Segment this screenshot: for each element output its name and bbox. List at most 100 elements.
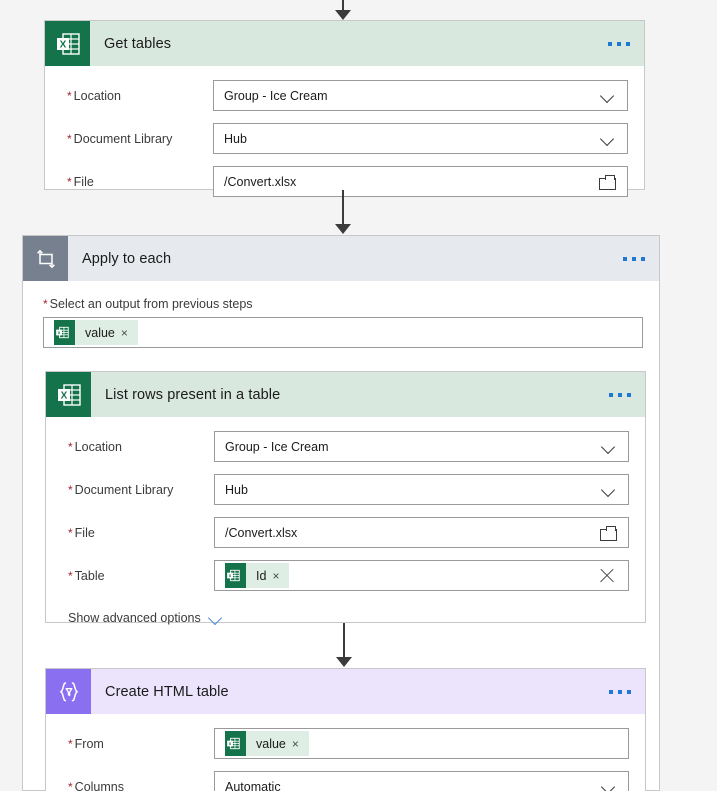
excel-icon: x: [225, 563, 246, 588]
field-label-file: * File: [68, 525, 95, 540]
scope-body-apply-to-each: * Select an output from previous steps x…: [23, 281, 659, 348]
required-marker: *: [68, 439, 73, 454]
action-card-create-html-table[interactable]: Create HTML table * From x value × * Col…: [45, 668, 646, 791]
action-card-list-rows-present-in-a-table[interactable]: X List rows present in a table * Location…: [45, 371, 646, 625]
field-label-file: * File: [67, 174, 94, 189]
more-options-icon[interactable]: [609, 689, 631, 694]
show-advanced-options-label: Show advanced options: [68, 611, 201, 625]
folder-icon[interactable]: [600, 525, 617, 541]
dropdown-value: Hub: [225, 482, 248, 497]
field-label-from: * From: [68, 736, 104, 751]
token-chip-value[interactable]: x value ×: [225, 731, 309, 756]
token-chip-label: Id: [256, 568, 267, 583]
scope-card-apply-to-each[interactable]: Apply to each * Select an output from pre…: [22, 235, 660, 791]
field-row-file: * File /Convert.xlsx: [68, 517, 629, 548]
data-operation-icon: [46, 669, 91, 714]
excel-icon: X: [45, 21, 90, 66]
field-label-table: * Table: [68, 568, 105, 583]
required-marker: *: [68, 779, 73, 791]
dropdown-location[interactable]: Group - Ice Cream: [214, 431, 629, 462]
card-title: Create HTML table: [105, 683, 229, 700]
more-options-icon[interactable]: [623, 256, 645, 261]
svg-text:X: X: [59, 39, 66, 50]
remove-token-icon[interactable]: ×: [292, 738, 309, 750]
chevron-down-icon: [601, 89, 615, 103]
loop-icon: [23, 236, 68, 281]
excel-icon: X: [46, 372, 91, 417]
more-options-icon[interactable]: [609, 392, 631, 397]
clear-field-icon[interactable]: [598, 567, 616, 585]
dropdown-value: Group - Ice Cream: [224, 88, 328, 103]
field-row-location: * Location Group - Ice Cream: [67, 80, 628, 111]
svg-text:x: x: [229, 741, 232, 746]
svg-text:X: X: [60, 390, 67, 401]
required-marker: *: [43, 297, 48, 311]
field-label-columns: * Columns: [68, 780, 214, 791]
token-chip-label: value: [85, 325, 115, 340]
token-chip-label: value: [256, 736, 286, 751]
dropdown-document-library[interactable]: Hub: [214, 474, 629, 505]
chevron-down-icon: [602, 483, 616, 497]
required-marker: *: [67, 131, 72, 146]
field-row-columns: * Columns Automatic: [68, 771, 629, 791]
remove-token-icon[interactable]: ×: [272, 570, 289, 582]
folder-icon[interactable]: [599, 174, 616, 190]
more-options-icon[interactable]: [608, 41, 630, 46]
excel-icon: x: [225, 731, 246, 756]
required-marker: *: [68, 525, 73, 540]
chevron-down-icon: [602, 440, 616, 454]
dropdown-value: Hub: [224, 131, 247, 146]
flow-canvas: X Get tables * Location Group - Ice Cream…: [0, 0, 717, 791]
card-header-apply-to-each: Apply to each: [23, 236, 659, 281]
field-label-location: * Location: [67, 88, 121, 103]
token-input-select-output[interactable]: x value ×: [43, 317, 643, 348]
field-label-document-library: * Document Library: [67, 131, 173, 146]
card-title: Apply to each: [82, 250, 172, 267]
card-body-create-html-table: * From x value × * Columns Automatic: [46, 714, 645, 791]
card-title: List rows present in a table: [105, 386, 281, 403]
file-picker-file[interactable]: /Convert.xlsx: [213, 166, 628, 197]
token-input-from[interactable]: x value ×: [214, 728, 629, 759]
card-header-list-rows: X List rows present in a table: [46, 372, 645, 417]
field-row-document-library: * Document Library Hub: [68, 474, 629, 505]
excel-icon: x: [54, 320, 75, 345]
file-path-value: /Convert.xlsx: [225, 525, 298, 540]
card-header-create-html-table: Create HTML table: [46, 669, 645, 714]
action-card-get-tables[interactable]: X Get tables * Location Group - Ice Cream…: [44, 20, 645, 197]
required-marker: *: [68, 482, 73, 497]
chevron-down-icon: [601, 132, 615, 146]
svg-text:x: x: [229, 573, 232, 578]
advanced-options-row: Show advanced options: [68, 609, 629, 625]
token-chip-value[interactable]: x value ×: [54, 320, 138, 345]
token-input-table[interactable]: x Id ×: [214, 560, 629, 591]
field-row-from: * From x value ×: [68, 728, 629, 759]
card-body-list-rows: * Location Group - Ice Cream * Document Li…: [46, 417, 645, 643]
field-row-location: * Location Group - Ice Cream: [68, 431, 629, 462]
svg-text:x: x: [58, 330, 61, 335]
field-label-location: * Location: [68, 439, 122, 454]
field-row-table: * Table x Id ×: [68, 560, 629, 591]
file-picker-file[interactable]: /Convert.xlsx: [214, 517, 629, 548]
dropdown-location[interactable]: Group - Ice Cream: [213, 80, 628, 111]
field-row-document-library: * Document Library Hub: [67, 123, 628, 154]
dropdown-value: Group - Ice Cream: [225, 439, 329, 454]
chevron-down-icon: [209, 611, 223, 625]
connector-arrow-top: [328, 0, 358, 20]
show-advanced-options-button[interactable]: Show advanced options: [68, 611, 223, 625]
required-marker: *: [67, 88, 72, 103]
card-header-get-tables: X Get tables: [45, 21, 644, 66]
dropdown-columns[interactable]: Automatic: [214, 771, 629, 791]
remove-token-icon[interactable]: ×: [121, 327, 138, 339]
field-label-document-library: * Document Library: [68, 482, 174, 497]
required-marker: *: [68, 568, 73, 583]
card-body-get-tables: * Location Group - Ice Cream * Document Li…: [45, 66, 644, 215]
required-marker: *: [68, 736, 73, 751]
card-title: Get tables: [104, 35, 172, 52]
field-row-file: * File /Convert.xlsx: [67, 166, 628, 197]
file-path-value: /Convert.xlsx: [224, 174, 297, 189]
chevron-down-icon: [602, 780, 616, 791]
required-marker: *: [67, 174, 72, 189]
dropdown-document-library[interactable]: Hub: [213, 123, 628, 154]
field-label-select-output: * Select an output from previous steps: [43, 297, 253, 311]
token-chip-id[interactable]: x Id ×: [225, 563, 290, 588]
